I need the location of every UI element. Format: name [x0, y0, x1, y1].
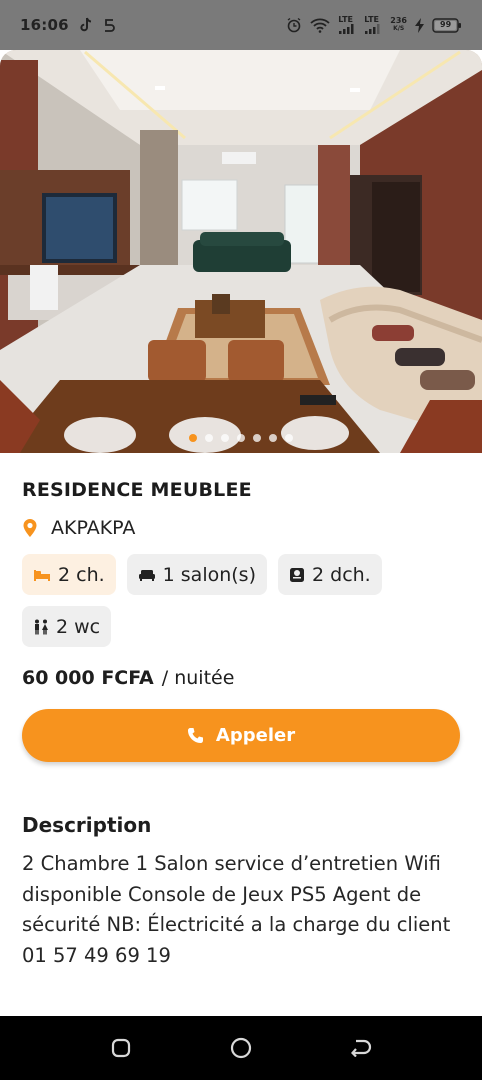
wifi-icon	[310, 17, 330, 33]
battery-level: 99	[440, 19, 452, 29]
network-speed: 236 K/S	[390, 17, 407, 33]
photo-gallery[interactable]	[0, 50, 482, 453]
location-pin-icon	[22, 518, 38, 538]
gallery-dot[interactable]	[285, 434, 293, 442]
recents-button[interactable]	[61, 1016, 181, 1080]
call-button[interactable]: Appeler	[22, 709, 460, 762]
speed-unit: K/S	[393, 25, 405, 32]
alarm-icon	[286, 17, 302, 33]
chip-showers: 2 dch.	[278, 554, 382, 595]
chip-label: 2 wc	[56, 615, 101, 638]
home-icon	[230, 1037, 252, 1059]
chip-toilets: 2 wc	[22, 606, 112, 647]
gallery-dot[interactable]	[269, 434, 277, 442]
description-text: 2 Chambre 1 Salon service d’entretien Wi…	[22, 852, 451, 967]
lte-label-2: LTE	[364, 15, 379, 24]
gallery-dot[interactable]	[253, 434, 261, 442]
signal-lte-2-icon: LTE	[364, 16, 382, 34]
status-bar: 16:06 LTE LTE 236 K/S 99	[0, 0, 482, 50]
back-icon	[350, 1039, 372, 1057]
price-value: 60 000 FCFA	[22, 667, 154, 689]
system-nav-bar	[0, 1016, 482, 1080]
lte-label-1: LTE	[338, 15, 353, 24]
price-unit: / nuitée	[161, 667, 235, 689]
chip-label: 1 salon(s)	[162, 563, 256, 586]
back-button[interactable]	[301, 1016, 421, 1080]
battery-icon: 99	[432, 17, 462, 33]
phone-icon	[187, 727, 204, 744]
recents-icon	[111, 1038, 131, 1058]
bed-icon	[33, 568, 51, 582]
sofa-icon	[138, 568, 156, 582]
speed-value: 236	[390, 16, 407, 25]
listing-details: RESIDENCE MEUBLEE AKPAKPA 2 ch. 1 salon(…	[22, 453, 462, 971]
location-row: AKPAKPA	[22, 517, 462, 539]
location-label: AKPAKPA	[51, 517, 136, 539]
charging-icon	[415, 17, 424, 33]
chip-living-rooms: 1 salon(s)	[126, 554, 267, 595]
chip-label: 2 dch.	[312, 563, 371, 586]
shower-icon	[289, 567, 305, 583]
gallery-dot[interactable]	[205, 434, 213, 442]
feature-chips: 2 ch. 1 salon(s) 2 dch. 2 wc	[22, 554, 462, 647]
signal-lte-1-icon: LTE	[338, 16, 356, 34]
gallery-dot[interactable]	[221, 434, 229, 442]
gallery-pagination	[0, 434, 482, 442]
call-button-label: Appeler	[215, 725, 296, 746]
status-time: 16:06	[20, 16, 69, 34]
gallery-dot[interactable]	[189, 434, 197, 442]
listing-title: RESIDENCE MEUBLEE	[22, 479, 252, 501]
description-heading: Description	[22, 813, 152, 837]
chip-label: 2 ch.	[58, 563, 105, 586]
tiktok-icon	[79, 17, 93, 33]
notification-s-icon	[103, 18, 115, 33]
chip-bedrooms: 2 ch.	[22, 554, 116, 595]
price-row: 60 000 FCFA / nuitée	[22, 667, 462, 689]
living-room-photo	[0, 50, 482, 453]
home-button[interactable]	[181, 1016, 301, 1080]
gallery-dot[interactable]	[237, 434, 245, 442]
restroom-icon	[33, 619, 49, 635]
